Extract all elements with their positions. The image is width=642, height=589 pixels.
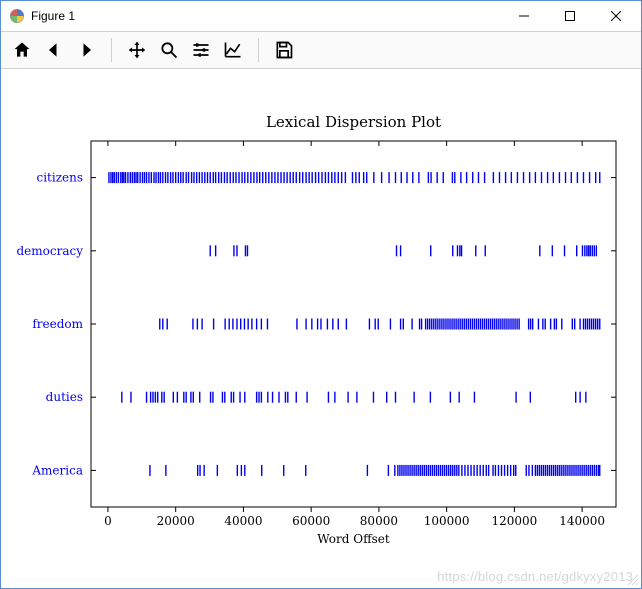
edit-axes-button[interactable] (218, 35, 248, 65)
pan-button[interactable] (122, 35, 152, 65)
matplotlib-toolbar (1, 31, 641, 69)
series-freedom (160, 319, 600, 330)
xtick-label: 20000 (157, 514, 195, 528)
axes-box (91, 141, 616, 507)
plot-canvas: Lexical Dispersion Plot 0 20000 40000 60000 8… (1, 69, 641, 588)
configure-subplots-button[interactable] (186, 35, 216, 65)
ytick-label: America (31, 463, 83, 477)
forward-button[interactable] (71, 35, 101, 65)
window-titlebar: Figure 1 (1, 1, 641, 31)
ytick-label: duties (46, 390, 83, 404)
window-close-button[interactable] (593, 1, 639, 31)
series-democracy (210, 245, 596, 256)
chart-title: Lexical Dispersion Plot (266, 113, 441, 131)
ytick-label: democracy (17, 244, 84, 258)
series-America (150, 465, 600, 476)
xtick-label: 40000 (224, 514, 262, 528)
ytick-label: citizens (36, 171, 83, 185)
save-button[interactable] (269, 35, 299, 65)
window-maximize-button[interactable] (547, 1, 593, 31)
app-icon (9, 8, 25, 24)
window-title: Figure 1 (31, 9, 75, 23)
dispersion-plot: Lexical Dispersion Plot 0 20000 40000 60000 8… (1, 69, 641, 588)
resize-grip-icon (627, 574, 639, 586)
ytick-label: freedom (32, 317, 83, 331)
xtick-label: 0 (104, 514, 112, 528)
xtick-label: 120000 (491, 514, 537, 528)
series-citizens (109, 172, 600, 183)
x-axis-label: Word Offset (317, 532, 390, 546)
zoom-button[interactable] (154, 35, 184, 65)
window-minimize-button[interactable] (501, 1, 547, 31)
home-button[interactable] (7, 35, 37, 65)
toolbar-separator (258, 38, 259, 62)
series-duties (122, 392, 586, 403)
xtick-label: 80000 (360, 514, 398, 528)
xtick-label: 60000 (292, 514, 330, 528)
toolbar-separator (111, 38, 112, 62)
xtick-label: 100000 (424, 514, 470, 528)
xtick-label: 140000 (559, 514, 605, 528)
back-button[interactable] (39, 35, 69, 65)
